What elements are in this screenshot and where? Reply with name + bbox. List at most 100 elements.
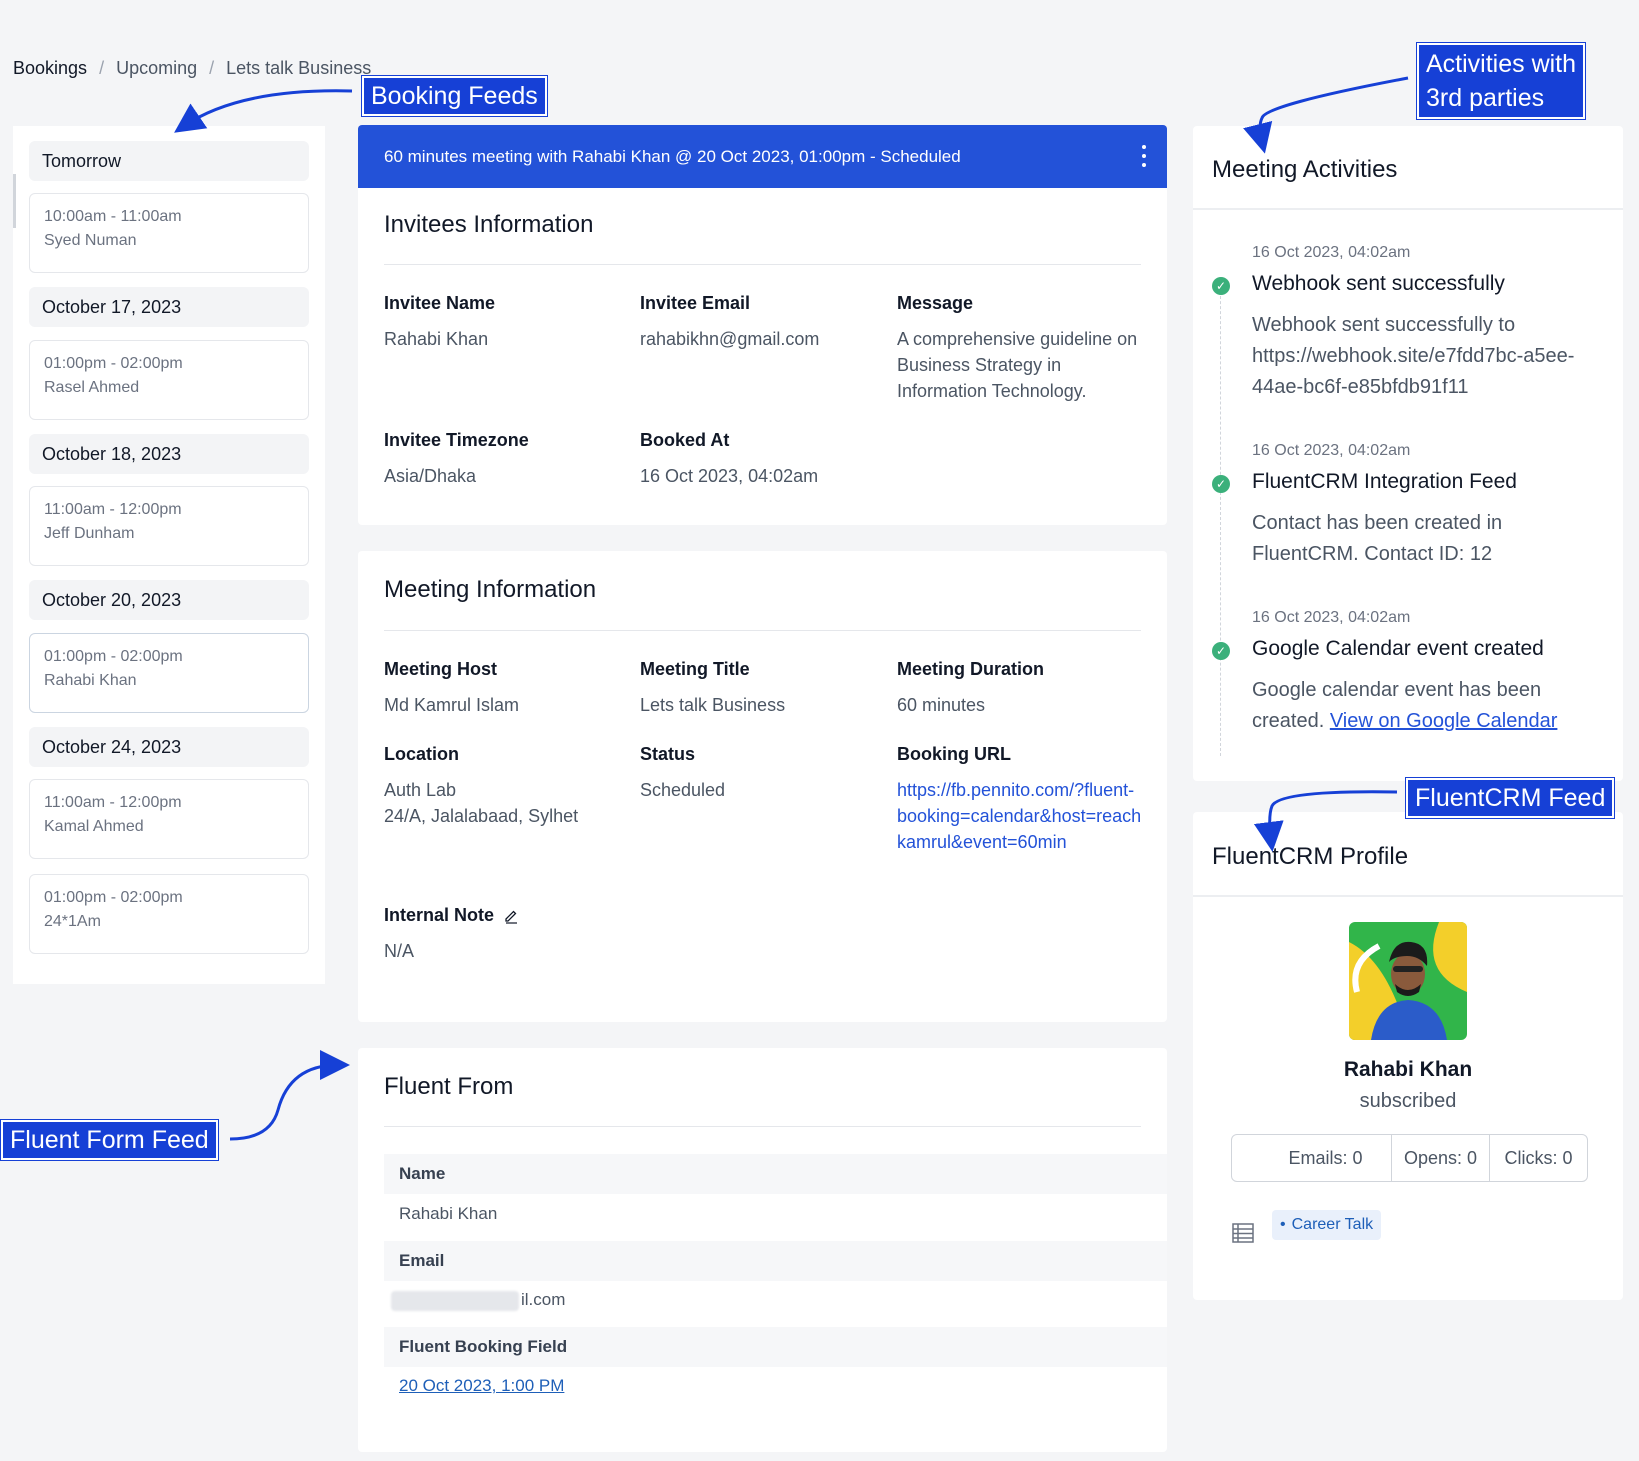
booking-header-title: 60 minutes meeting with Rahabi Khan @ 20…	[384, 147, 961, 166]
form-field-name-label: Name	[384, 1154, 1167, 1194]
breadcrumb: Bookings / Upcoming / Lets talk Business	[13, 58, 371, 79]
fluentcrm-profile-panel: FluentCRM Profile Rahabi Khan subscribed…	[1193, 812, 1623, 1300]
invitee-message-value: A comprehensive guideline on Business St…	[897, 329, 1138, 401]
breadcrumb-bookings[interactable]: Bookings	[13, 58, 87, 79]
stat-clicks: Clicks: 0	[1488, 1135, 1587, 1181]
location-name: Auth Lab	[384, 780, 457, 800]
activity-time: 16 Oct 2023, 04:02am	[1252, 442, 1411, 459]
redacted-text	[391, 1290, 519, 1311]
location-address: 24/A, Jalalabaad, Sylhet	[384, 806, 579, 826]
meeting-info-panel: Meeting Information Meeting Host Md Kamr…	[358, 551, 1167, 1022]
feed-booking-time: 11:00am - 12:00pm	[44, 501, 182, 518]
location-label: Location	[384, 744, 459, 764]
view-google-calendar-link[interactable]: View on Google Calendar	[1330, 710, 1558, 732]
meeting-host-value: Md Kamrul Islam	[384, 695, 520, 715]
feed-booking-card[interactable]: 01:00pm - 02:00pm Rasel Ahmed	[29, 340, 309, 420]
meeting-duration-value: 60 minutes	[897, 695, 986, 715]
fluent-form-title: Fluent From	[384, 1073, 514, 1100]
location-value: Auth Lab 24/A, Jalalabaad, Sylhet	[384, 777, 624, 829]
invitee-timezone-label: Invitee Timezone	[384, 430, 529, 450]
booking-url-label: Booking URL	[897, 744, 1011, 764]
activity-title: Webhook sent successfully	[1252, 272, 1505, 295]
avatar	[1349, 922, 1467, 1040]
feed-booking-card[interactable]: 11:00am - 12:00pm Kamal Ahmed	[29, 779, 309, 859]
more-options-icon[interactable]	[1141, 145, 1147, 167]
activity-body: Webhook sent successfully to https://web…	[1252, 314, 1575, 398]
fluent-form-panel: Fluent From Name Rahabi Khan Email il.co…	[358, 1048, 1167, 1452]
internal-note-label-text: Internal Note	[384, 905, 495, 925]
invitee-name-field: Invitee Name Rahabi Khan	[384, 293, 624, 352]
feed-booking-card[interactable]: 10:00am - 11:00am Syed Numan	[29, 193, 309, 273]
feed-booking-name: Jeff Dunham	[44, 525, 135, 542]
internal-note-value: N/A	[384, 941, 415, 961]
divider	[384, 264, 1141, 265]
feed-booking-name: Rahabi Khan	[44, 672, 137, 689]
meeting-activities-title: Meeting Activities	[1212, 156, 1398, 183]
feed-booking-card-active[interactable]: 01:00pm - 02:00pm Rahabi Khan	[29, 633, 309, 713]
meeting-host-label: Meeting Host	[384, 659, 498, 679]
form-field-email-label: Email	[384, 1241, 1167, 1281]
invitee-email-value: rahabikhn@gmail.com	[640, 329, 820, 349]
breadcrumb-separator: /	[209, 58, 215, 78]
annotation-fluentcrm-feed: FluentCRM Feed	[1406, 778, 1615, 818]
feed-booking-card[interactable]: 01:00pm - 02:00pm 24*1Am	[29, 874, 309, 954]
feed-booking-time: 01:00pm - 02:00pm	[44, 889, 183, 906]
status-label: Status	[640, 744, 696, 764]
activity-body: Google calendar event has been created. …	[1252, 675, 1582, 737]
feed-booking-time: 11:00am - 12:00pm	[44, 794, 182, 811]
status-field: Status Scheduled	[640, 744, 880, 803]
booked-at-value: 16 Oct 2023, 04:02am	[640, 466, 819, 486]
invitee-timezone-value: Asia/Dhaka	[384, 466, 477, 486]
feed-date-header: October 17, 2023	[29, 287, 309, 327]
form-field-email-value: il.com	[391, 1290, 565, 1311]
booking-date-link[interactable]: 20 Oct 2023, 1:00 PM	[399, 1376, 564, 1395]
activity-time: 16 Oct 2023, 04:02am	[1252, 244, 1411, 261]
annotation-activities-line2: 3rd parties	[1426, 84, 1545, 112]
invitee-email-field: Invitee Email rahabikhn@gmail.com	[640, 293, 880, 352]
meeting-host-field: Meeting Host Md Kamrul Islam	[384, 659, 624, 718]
check-circle-icon: ✓	[1212, 475, 1230, 493]
annotation-activities-line1: Activities with	[1426, 50, 1577, 78]
divider	[384, 1126, 1141, 1127]
timeline-line	[1220, 286, 1221, 756]
form-field-booking-value: 20 Oct 2023, 1:00 PM	[399, 1376, 564, 1396]
feed-booking-name: Syed Numan	[44, 232, 137, 249]
edit-pencil-icon[interactable]	[503, 908, 519, 924]
meeting-duration-field: Meeting Duration 60 minutes	[897, 659, 1137, 718]
booking-url-link[interactable]: https://fb.pennito.com/?fluent-booking=c…	[897, 777, 1142, 855]
list-icon	[1232, 1223, 1254, 1243]
activity-body: Contact has been created in FluentCRM. C…	[1252, 512, 1503, 565]
fluentcrm-profile-title: FluentCRM Profile	[1212, 843, 1409, 870]
divider	[1193, 895, 1623, 897]
location-field: Location Auth Lab 24/A, Jalalabaad, Sylh…	[384, 744, 624, 829]
breadcrumb-upcoming[interactable]: Upcoming	[116, 58, 197, 79]
annotation-activities: Activities with 3rd parties	[1417, 43, 1586, 119]
meeting-activities-panel: Meeting Activities 16 Oct 2023, 04:02am …	[1193, 126, 1623, 781]
profile-name: Rahabi Khan	[1343, 1058, 1473, 1081]
annotation-booking-feeds: Booking Feeds	[362, 76, 547, 116]
stat-emails: Emails: 0	[1288, 1148, 1363, 1168]
feed-date-header: October 20, 2023	[29, 580, 309, 620]
profile-status: subscribed	[1359, 1090, 1457, 1112]
email-stats: Emails: 0 Opens: 0 Clicks: 0	[1231, 1134, 1588, 1182]
stat-opens: Opens: 0	[1390, 1135, 1489, 1181]
feed-date-header: October 18, 2023	[29, 434, 309, 474]
annotation-fluent-form-feed: Fluent Form Feed	[1, 1120, 218, 1160]
form-field-email-visible: il.com	[521, 1290, 566, 1309]
meeting-info-title: Meeting Information	[384, 576, 597, 603]
invitee-message-label: Message	[897, 293, 974, 313]
check-circle-icon: ✓	[1212, 277, 1230, 295]
invitee-message-field: Message A comprehensive guideline on Bus…	[897, 293, 1147, 404]
invitee-timezone-field: Invitee Timezone Asia/Dhaka	[384, 430, 624, 489]
feed-booking-name: 24*1Am	[44, 913, 101, 930]
crm-tag[interactable]: Career Talk	[1272, 1210, 1382, 1240]
invitee-name-value: Rahabi Khan	[384, 329, 489, 349]
status-value: Scheduled	[640, 780, 726, 800]
booked-at-field: Booked At 16 Oct 2023, 04:02am	[640, 430, 880, 489]
feed-booking-card[interactable]: 11:00am - 12:00pm Jeff Dunham	[29, 486, 309, 566]
activity-title: Google Calendar event created	[1252, 637, 1544, 660]
breadcrumb-separator: /	[99, 58, 105, 78]
activity-time: 16 Oct 2023, 04:02am	[1252, 609, 1411, 626]
activity-title: FluentCRM Integration Feed	[1252, 470, 1517, 493]
feed-booking-name: Rasel Ahmed	[44, 379, 140, 396]
